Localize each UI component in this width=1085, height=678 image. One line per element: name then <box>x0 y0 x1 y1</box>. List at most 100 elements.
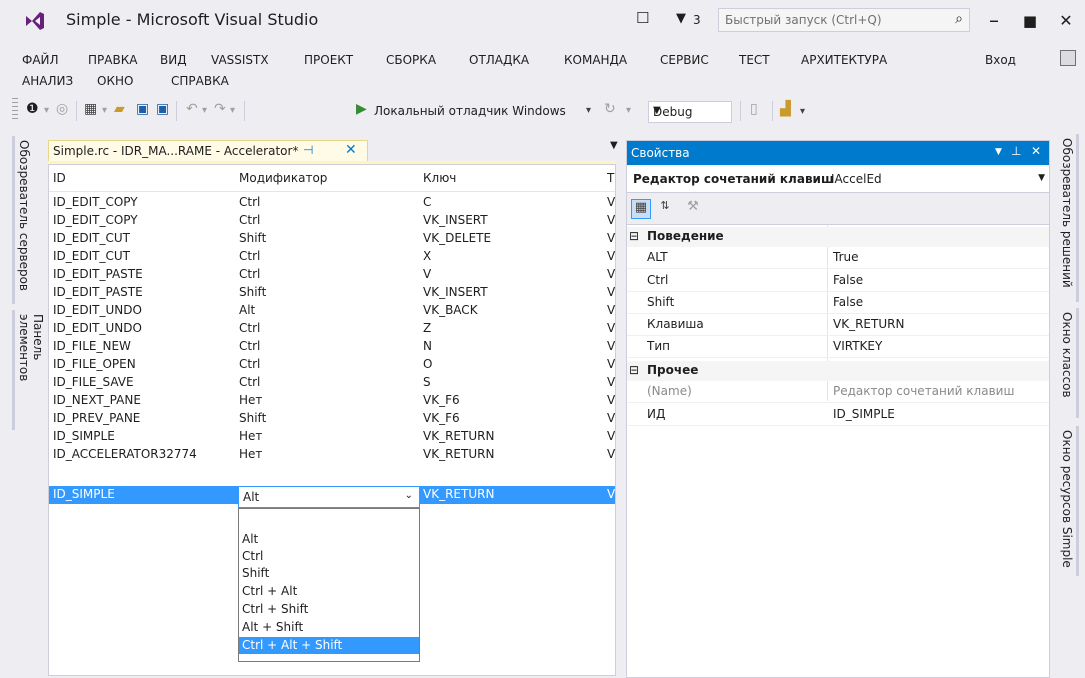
menu-debug[interactable]: ОТЛАДКА <box>469 53 529 67</box>
quick-launch-input[interactable]: Быстрый запуск (Ctrl+Q) ⌕ <box>718 8 970 32</box>
property-row[interactable]: ALT True <box>627 247 1049 269</box>
property-value[interactable]: ID_SIMPLE <box>833 407 895 421</box>
property-name: Ctrl <box>647 273 669 287</box>
open-file-icon[interactable]: ▰ <box>114 101 125 117</box>
property-row[interactable]: Ctrl False <box>627 270 1049 292</box>
object-selector[interactable]: Редактор сочетаний клавиш IAccelEd ▼ <box>627 167 1049 193</box>
property-pages-wrench-icon[interactable]: ⚒ <box>683 199 703 219</box>
feedback-icon[interactable]: ☐ <box>636 9 649 27</box>
window-position-dropdown-icon[interactable]: ▼ <box>995 147 1002 157</box>
property-value[interactable]: VIRTKEY <box>833 339 882 353</box>
property-row[interactable]: (Name) Редактор сочетаний клавиш <box>627 381 1049 403</box>
active-files-dropdown-icon[interactable]: ▼ <box>610 140 618 151</box>
property-row[interactable]: Shift False <box>627 292 1049 314</box>
class-view-tab[interactable]: Окно классов <box>1058 308 1079 418</box>
modifier-option-ctrl[interactable]: Ctrl <box>239 548 419 565</box>
notifications-flag-icon[interactable]: ▼ <box>676 11 686 26</box>
property-grid: ⊟ Поведение ALT True Ctrl False Shift False… <box>627 225 1049 677</box>
solution-configuration-select[interactable]: Debug ▼ <box>648 101 732 123</box>
property-name: Shift <box>647 295 675 309</box>
property-value[interactable]: False <box>833 273 863 287</box>
toolbar-grip[interactable] <box>12 98 18 122</box>
auto-hide-pin-icon[interactable]: ⊥ <box>1011 144 1021 158</box>
start-debugger-button[interactable]: Локальный отладчик Windows <box>374 104 566 118</box>
undo-dropdown-icon[interactable]: ▾ <box>202 105 207 116</box>
solution-explorer-tab[interactable]: Обозреватель решений <box>1058 134 1079 302</box>
menu-help[interactable]: СПРАВКА <box>171 74 229 88</box>
undo-icon[interactable]: ↶ <box>186 101 198 117</box>
chevron-down-icon: ▼ <box>1038 173 1045 183</box>
collapse-icon[interactable]: ⊟ <box>629 363 639 377</box>
menu-tools[interactable]: СЕРВИС <box>660 53 709 67</box>
modifier-option-alt[interactable]: Alt <box>239 531 419 548</box>
property-name: Тип <box>647 339 670 353</box>
find-in-files-icon[interactable]: ▯ <box>750 101 758 117</box>
navigate-back-icon[interactable]: ❶ <box>26 101 39 117</box>
object-name: Редактор сочетаний клавиш <box>633 172 834 186</box>
category-misc[interactable]: ⊟ Прочее <box>627 361 1049 381</box>
property-row[interactable]: Тип VIRTKEY <box>627 336 1049 358</box>
menu-vassistx[interactable]: VASSISTX <box>211 53 269 67</box>
property-value[interactable]: False <box>833 295 863 309</box>
document-tab[interactable]: Simple.rc - IDR_MA...RAME - Accelerator*… <box>48 140 368 162</box>
sign-in-link[interactable]: Вход <box>985 53 1016 67</box>
toolbar-options-icon[interactable]: ▾ <box>800 106 805 117</box>
modifier-option-ctrl-shift[interactable]: Ctrl + Shift <box>239 601 419 618</box>
resource-view-tab[interactable]: Окно ресурсов Simple <box>1058 426 1079 576</box>
account-avatar[interactable] <box>1060 50 1076 66</box>
toolbar-separator <box>740 101 741 121</box>
property-row[interactable]: ИД ID_SIMPLE <box>627 404 1049 426</box>
menu-edit[interactable]: ПРАВКА <box>88 53 137 67</box>
menu-build[interactable]: СБОРКА <box>386 53 436 67</box>
new-project-icon[interactable]: ▦ <box>84 101 97 117</box>
attach-process-icon[interactable]: ▟ <box>780 101 791 117</box>
menu-test[interactable]: ТЕСТ <box>739 53 770 67</box>
debugger-dropdown-icon[interactable]: ▾ <box>586 105 591 116</box>
redo-dropdown-icon[interactable]: ▾ <box>230 105 235 116</box>
redo-icon[interactable]: ↷ <box>214 101 226 117</box>
close-window-button[interactable]: ✕ <box>1052 11 1080 33</box>
refresh-dropdown-icon[interactable]: ▾ <box>626 105 631 116</box>
start-debugging-icon[interactable]: ▶ <box>356 101 367 117</box>
menu-project[interactable]: ПРОЕКТ <box>304 53 353 67</box>
modifier-option-alt-shift[interactable]: Alt + Shift <box>239 619 419 636</box>
close-properties-icon[interactable]: ✕ <box>1031 144 1041 158</box>
menu-view[interactable]: ВИД <box>160 53 187 67</box>
category-behavior[interactable]: ⊟ Поведение <box>627 227 1049 247</box>
maximize-button[interactable]: ■ <box>1016 12 1044 34</box>
minimize-button[interactable]: – <box>980 8 1008 32</box>
close-tab-icon[interactable]: ✕ <box>345 142 357 158</box>
category-label: Поведение <box>647 229 724 243</box>
modifier-option-shift[interactable]: Shift <box>239 565 419 582</box>
modifier-option-empty[interactable] <box>239 511 419 528</box>
new-project-dropdown-icon[interactable]: ▾ <box>102 105 107 116</box>
left-tool-window-strip: Обозреватель серверов Панель элементов <box>0 132 45 678</box>
toolbar-separator <box>772 101 773 121</box>
modifier-option-ctrl-alt[interactable]: Ctrl + Alt <box>239 583 419 600</box>
menu-architecture[interactable]: АРХИТЕКТУРА <box>801 53 887 67</box>
modifier-combobox[interactable]: Alt ⌄ <box>238 486 420 508</box>
navigate-forward-icon[interactable]: ◎ <box>56 101 68 117</box>
pin-tab-icon[interactable]: ⊣ <box>303 143 313 157</box>
server-explorer-tab[interactable]: Обозреватель серверов <box>12 136 33 304</box>
properties-title: Свойства <box>631 146 690 160</box>
property-value[interactable]: True <box>833 250 859 264</box>
back-dropdown-icon[interactable]: ▾ <box>44 105 49 116</box>
properties-toolbar: ▦ ⇅ ⚒ <box>627 193 1049 225</box>
alphabetical-sort-icon[interactable]: ⇅ <box>655 199 675 219</box>
property-value[interactable]: VK_RETURN <box>833 317 904 331</box>
save-icon[interactable]: ▣ <box>136 101 149 117</box>
categorized-icon[interactable]: ▦ <box>631 199 651 219</box>
collapse-icon[interactable]: ⊟ <box>629 229 639 243</box>
property-row[interactable]: Клавиша VK_RETURN <box>627 314 1049 336</box>
modifier-option-ctrl-alt-shift[interactable]: Ctrl + Alt + Shift <box>239 637 419 654</box>
chevron-down-icon[interactable]: ⌄ <box>405 490 413 501</box>
menu-file[interactable]: ФАЙЛ <box>22 53 59 67</box>
properties-window: Свойства ▼ ⊥ ✕ Редактор сочетаний клавиш… <box>626 140 1050 678</box>
menu-analyze[interactable]: АНАЛИЗ <box>22 74 73 88</box>
menu-window[interactable]: ОКНО <box>97 74 133 88</box>
save-all-icon[interactable]: ▣ <box>156 101 169 117</box>
property-value: Редактор сочетаний клавиш <box>833 384 1015 398</box>
menu-team[interactable]: КОМАНДА <box>564 53 627 67</box>
refresh-icon[interactable]: ↻ <box>604 101 616 117</box>
